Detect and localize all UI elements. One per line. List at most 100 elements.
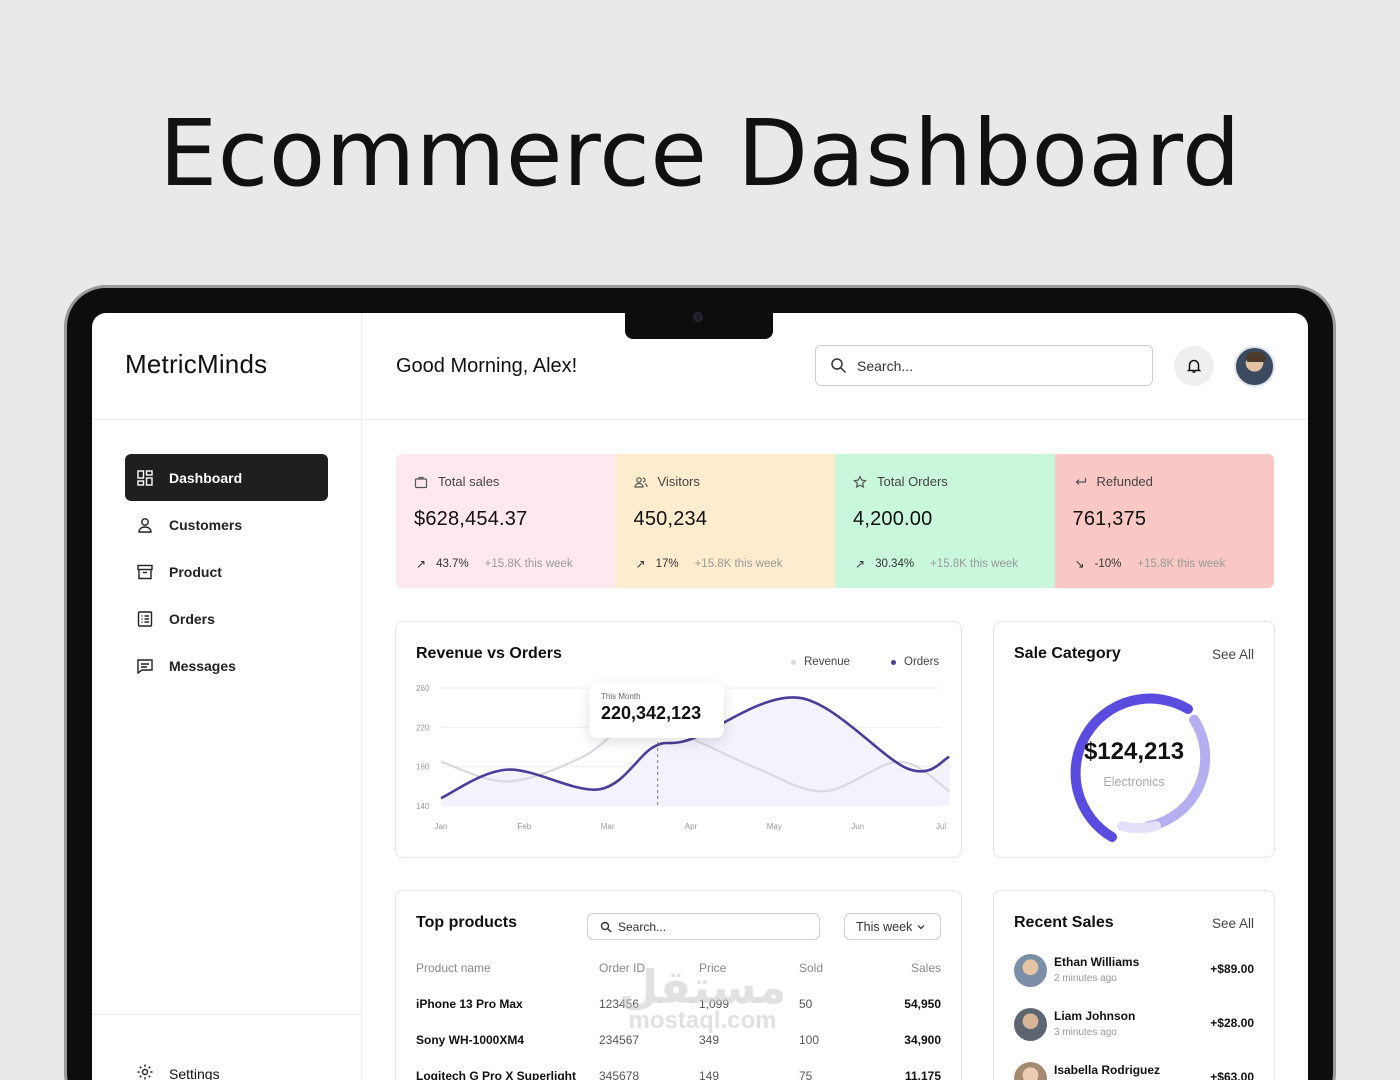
arrow-up-right-icon: ↗ bbox=[855, 557, 866, 571]
sidebar-item-dashboard[interactable]: Dashboard bbox=[125, 454, 328, 501]
search-icon bbox=[600, 921, 612, 932]
revenue-orders-chart[interactable]: 260 220 180 140 Jan Feb Mar Apr May Jun Jul bbox=[396, 622, 963, 859]
sidebar: MetricMinds Dashboard Customers Product bbox=[92, 313, 362, 1080]
top-products-card: Top products Search... This week Product… bbox=[395, 890, 962, 1080]
stat-value: 450,234 bbox=[633, 508, 708, 530]
return-icon bbox=[1075, 477, 1086, 485]
chevron-down-icon bbox=[917, 924, 925, 929]
archive-icon bbox=[136, 563, 154, 581]
chart-tooltip: This Month 220,342,123 bbox=[589, 683, 724, 738]
column-header[interactable]: Order ID bbox=[599, 961, 645, 975]
x-tick-label: Apr bbox=[685, 822, 698, 831]
dashboard-screen: MetricMinds Dashboard Customers Product bbox=[92, 313, 1308, 1080]
see-all-link[interactable]: See All bbox=[1212, 916, 1254, 931]
price: 149 bbox=[699, 1069, 720, 1080]
stat-note: +15.8K this week bbox=[694, 558, 783, 570]
y-tick-label: 260 bbox=[416, 684, 430, 693]
x-tick-label: May bbox=[767, 822, 782, 831]
card-title: Recent Sales bbox=[1014, 914, 1114, 931]
x-tick-label: Jan bbox=[435, 822, 448, 831]
sale-amount: +$28.00 bbox=[1210, 1016, 1254, 1030]
avatar bbox=[1014, 954, 1047, 987]
tooltip-value: 220,342,123 bbox=[601, 703, 702, 723]
recent-sale-item[interactable]: Isabella Rodriguez +$63.00 bbox=[1014, 1062, 1254, 1080]
avatar[interactable] bbox=[1234, 346, 1275, 387]
notification-button[interactable] bbox=[1174, 346, 1214, 386]
sale-amount: +$63.00 bbox=[1210, 1070, 1254, 1080]
sidebar-item-messages[interactable]: Messages bbox=[125, 642, 328, 689]
y-tick-label: 220 bbox=[416, 723, 430, 732]
stat-label: Visitors bbox=[657, 474, 700, 489]
sidebar-item-label: Product bbox=[169, 563, 222, 580]
customer-name: Liam Johnson bbox=[1054, 1009, 1136, 1023]
column-header[interactable]: Sold bbox=[799, 961, 823, 975]
sidebar-item-label: Messages bbox=[169, 657, 236, 674]
search-placeholder: Search... bbox=[618, 919, 667, 934]
period-value: This week bbox=[856, 919, 913, 934]
product-name: iPhone 13 Pro Max bbox=[416, 997, 523, 1011]
sidebar-item-product[interactable]: Product bbox=[125, 548, 328, 595]
stat-card-refunded[interactable]: Refunded 761,375 ↘ -10% +15.8K this week bbox=[1054, 454, 1274, 588]
stat-card-visitors[interactable]: Visitors 450,234 ↗ 17% +15.8K this week bbox=[615, 454, 835, 588]
search-input[interactable]: Search... bbox=[815, 345, 1153, 386]
product-search-input[interactable]: Search... bbox=[587, 913, 820, 940]
x-tick-label: Jun bbox=[851, 822, 864, 831]
stat-change: -10% bbox=[1094, 558, 1122, 570]
recent-sales-card: Recent Sales See All Ethan Williams 2 mi… bbox=[993, 890, 1275, 1080]
camera-notch bbox=[625, 312, 773, 339]
product-name: Sony WH-1000XM4 bbox=[416, 1033, 525, 1047]
stat-label: Total Orders bbox=[877, 474, 948, 489]
recent-sale-item[interactable]: Liam Johnson 3 minutes ago +$28.00 bbox=[1014, 1008, 1254, 1048]
tooltip-label: This Month bbox=[601, 692, 641, 701]
sold: 100 bbox=[799, 1033, 820, 1047]
settings-label: Settings bbox=[169, 1065, 220, 1080]
search-icon bbox=[831, 358, 847, 374]
stat-value: 761,375 bbox=[1072, 508, 1147, 530]
avatar bbox=[1014, 1062, 1047, 1080]
sidebar-item-customers[interactable]: Customers bbox=[125, 501, 328, 548]
stat-card-total-orders[interactable]: Total Orders 4,200.00 ↗ 30.34% +15.8K this… bbox=[835, 454, 1055, 588]
sidebar-item-orders[interactable]: Orders bbox=[125, 595, 328, 642]
star-icon bbox=[853, 474, 867, 488]
x-tick-label: Feb bbox=[517, 822, 531, 831]
column-header[interactable]: Product name bbox=[416, 961, 491, 975]
order-id: 123456 bbox=[599, 997, 640, 1011]
sold: 75 bbox=[799, 1069, 813, 1080]
stat-label: Total sales bbox=[438, 474, 500, 489]
customer-name: Isabella Rodriguez bbox=[1054, 1063, 1161, 1077]
stat-change: 30.34% bbox=[875, 558, 915, 570]
stat-note: +15.8K this week bbox=[484, 558, 573, 570]
customer-name: Ethan Williams bbox=[1054, 955, 1140, 969]
search-placeholder: Search... bbox=[857, 357, 914, 374]
hero-title: Ecommerce Dashboard bbox=[159, 100, 1241, 207]
donut-center-value: $124,213 bbox=[1083, 738, 1185, 765]
bell-icon bbox=[1186, 359, 1202, 373]
card-title: Top products bbox=[416, 914, 518, 931]
arrow-up-right-icon: ↗ bbox=[635, 557, 646, 571]
sales: 54,950 bbox=[904, 997, 941, 1011]
arrow-up-right-icon: ↗ bbox=[416, 557, 427, 571]
column-header[interactable]: Sales bbox=[911, 961, 941, 975]
stat-value: $628,454.37 bbox=[414, 508, 528, 530]
stat-card-total-sales[interactable]: Total sales $628,454.37 ↗ 43.7% +15.8K thi… bbox=[396, 454, 616, 588]
price: 1,099 bbox=[699, 997, 730, 1011]
price: 349 bbox=[699, 1033, 720, 1047]
stats-row: Total sales $628,454.37 ↗ 43.7% +15.8K thi… bbox=[396, 454, 1274, 588]
donut-segment-tertiary bbox=[1117, 821, 1161, 834]
stat-note: +15.8K this week bbox=[930, 558, 1018, 570]
sale-amount: +$89.00 bbox=[1210, 962, 1254, 976]
dashboard-icon bbox=[136, 469, 154, 487]
arrow-down-right-icon: ↘ bbox=[1074, 557, 1085, 571]
brand-logo[interactable]: MetricMinds bbox=[92, 313, 361, 420]
order-id: 234567 bbox=[599, 1033, 640, 1047]
sidebar-item-settings[interactable]: Settings bbox=[92, 1014, 362, 1080]
sidebar-item-label: Dashboard bbox=[169, 469, 243, 486]
recent-sale-item[interactable]: Ethan Williams 2 minutes ago +$89.00 bbox=[1014, 954, 1254, 994]
period-select[interactable]: This week bbox=[844, 913, 941, 940]
sales: 34,900 bbox=[904, 1033, 941, 1047]
stat-change: 17% bbox=[655, 558, 679, 570]
column-header[interactable]: Price bbox=[699, 961, 726, 975]
sidebar-item-label: Orders bbox=[169, 610, 215, 627]
donut-center-label: Electronics bbox=[1103, 775, 1165, 789]
sale-time: 3 minutes ago bbox=[1054, 1027, 1117, 1038]
